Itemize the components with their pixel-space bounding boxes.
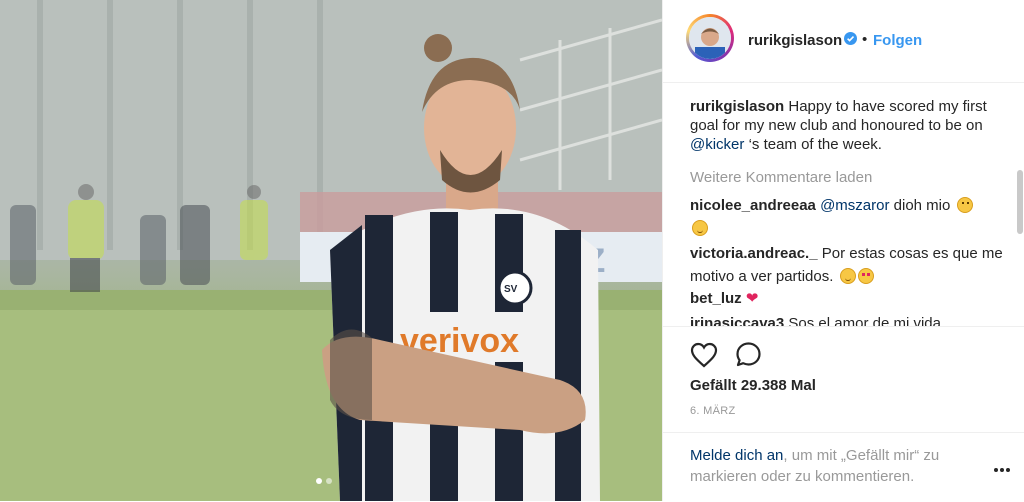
comment-item: irinasiccava3 Sos el amor de mi vida [690,312,1008,326]
load-more-comments-button[interactable]: Weitere Kommentare laden [690,169,872,186]
comment-item: bet_luz ❤ [690,287,1008,310]
comments-list[interactable]: rurikgislason Happy to have scored my fi… [663,84,1024,326]
post-caption: rurikgislason Happy to have scored my fi… [690,97,1008,154]
comment-mention-link[interactable]: @mszaror [820,197,889,214]
more-options-icon[interactable] [993,467,1011,473]
caption-username[interactable]: rurikgislason [690,98,784,115]
login-prompt-text: Melde dich an, um mit „Gefällt mir“ zu m… [690,445,980,487]
red-heart-icon: ❤ [745,290,759,307]
caption-mention-link[interactable]: @kicker [690,136,744,153]
login-link[interactable]: Melde dich an [690,447,783,464]
heart-eyes-face-icon [857,268,874,284]
avatar[interactable] [686,14,734,62]
verified-badge-icon [844,32,857,45]
comment-item: victoria.andreac._ Por estas cosas es qu… [690,242,1008,288]
post-image: NZ verivox [0,0,662,501]
login-prompt: Melde dich an, um mit „Gefällt mir“ zu m… [663,432,1024,502]
carousel-dot-active[interactable] [316,478,322,484]
comment-username[interactable]: irinasiccava3 [690,315,784,326]
carousel-dot[interactable] [326,478,332,484]
post-photo[interactable]: NZ verivox [0,0,662,501]
comment-username[interactable]: bet_luz [690,290,742,307]
comment-username[interactable]: nicolee_andreeaa [690,197,816,214]
post-header: rurikgislason • Folgen [663,0,1024,83]
avatar-image [689,17,731,59]
smiling-face-icon [692,220,708,236]
follow-button[interactable]: Folgen [873,32,922,49]
comment-text: Sos el amor de mi vida [784,315,941,326]
header-separator: • [862,31,868,48]
flushed-face-icon [956,197,973,213]
comment-text: dioh mio [889,197,955,214]
comment-username[interactable]: victoria.andreac._ [690,245,818,262]
smiling-face-icon [839,268,856,284]
comment-bubble-icon[interactable] [735,341,762,368]
carousel-dots [316,478,332,484]
post-author-username[interactable]: rurikgislason [748,32,842,49]
post-actions: Gefällt 29.388 Mal 6. MÄRZ [663,326,1024,417]
caption-text-end: ‘s team of the week. [744,136,882,153]
comment-item: nicolee_andreeaa @mszaror dioh mio [690,194,1008,240]
likes-count[interactable]: Gefällt 29.388 Mal [690,377,816,394]
heart-outline-icon[interactable] [690,342,718,368]
post-date[interactable]: 6. MÄRZ [690,405,736,417]
post-side-panel: rurikgislason • Folgen rurikgislason Hap… [662,0,1024,501]
comments-scrollbar[interactable] [1017,170,1023,234]
svg-text:SV: SV [504,284,518,295]
